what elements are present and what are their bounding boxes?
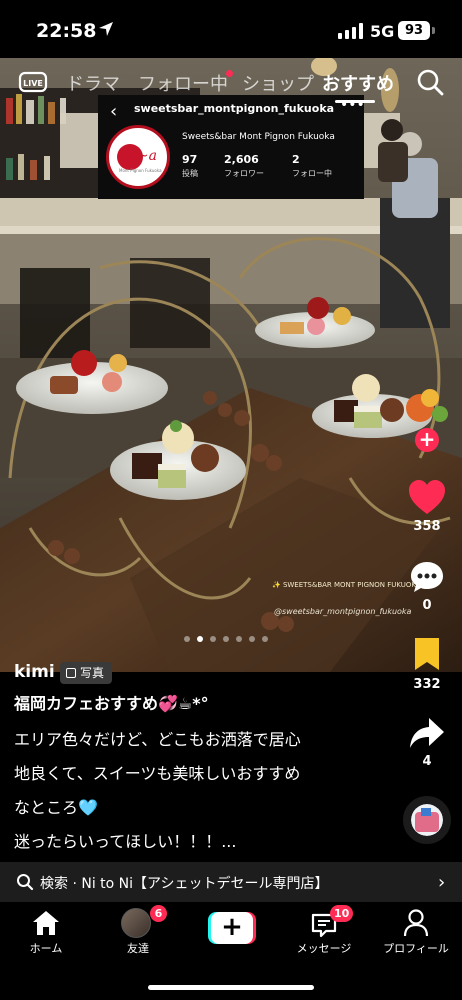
search-suggestion-text: 検索 · Ni to Ni【アシェットデセール専門店】 — [40, 876, 329, 892]
carousel-indicator — [184, 627, 275, 642]
follow-plus-button[interactable]: + — [415, 428, 439, 452]
bookmark-icon[interactable] — [413, 636, 441, 672]
music-cover-art — [411, 804, 443, 836]
location-arrow-icon — [99, 22, 113, 36]
cellular-signal-icon — [338, 23, 363, 39]
ig-stat-value: 2 — [292, 153, 300, 166]
photo-stack-icon — [66, 668, 76, 678]
search-icon[interactable] — [416, 68, 444, 96]
carousel-dot — [223, 636, 229, 642]
friend-avatar — [121, 908, 151, 938]
battery-tip-icon — [432, 27, 435, 34]
following-new-dot — [226, 70, 233, 77]
tab-shop[interactable]: ショップ — [242, 70, 314, 96]
tab-messages-label: メッセージ — [296, 942, 352, 955]
ig-stat-followers: 2,606 フォロワー — [224, 153, 264, 179]
messages-badge: 10 — [330, 905, 354, 922]
battery-level: 93 — [398, 21, 430, 40]
carousel-dot — [210, 636, 216, 642]
comment-bubble-icon[interactable] — [409, 559, 445, 595]
ig-stat-value: 97 — [182, 153, 198, 166]
shop-logo-avatar: c~a Mont Pignon Fukuoka — [106, 125, 170, 189]
photo-type-label: 写真 — [80, 666, 105, 680]
photo-watermark-handle: @sweetsbar_montpignon_fukuoka — [274, 607, 412, 616]
photo-type-badge: 写真 — [60, 662, 113, 684]
carousel-dot — [184, 636, 190, 642]
comment-count: 0 — [422, 598, 432, 613]
plus-icon: + — [211, 912, 253, 944]
photo-watermark-title: ✨ SWEETS&BAR MONT PIGNON FUKUOKA — [272, 581, 421, 589]
logo-subtext: Mont Pignon Fukuoka — [119, 168, 162, 173]
carousel-dot — [262, 636, 268, 642]
tab-for-you[interactable]: おすすめ — [322, 70, 394, 96]
carousel-dot — [236, 636, 242, 642]
home-icon — [33, 911, 59, 935]
friends-badge: 6 — [150, 905, 167, 922]
music-disc-button[interactable] — [403, 796, 451, 844]
tab-profile[interactable]: プロフィール — [370, 902, 462, 972]
share-count: 4 — [422, 754, 432, 769]
search-icon — [17, 874, 34, 891]
carousel-dot — [249, 636, 255, 642]
ig-stat-label: フォロー中 — [292, 169, 332, 178]
post-caption-line: なところ🩵 — [14, 798, 98, 817]
svg-text:LIVE: LIVE — [23, 79, 43, 88]
profile-person-icon — [403, 909, 429, 937]
post-caption-line: 地良くて、スイーツも美味しいおすすめ — [14, 764, 301, 783]
home-indicator — [148, 985, 314, 990]
logo-mark: c~a — [129, 148, 157, 164]
post-caption-line: エリア色々だけど、どこもお洒落で居心 — [14, 730, 301, 749]
like-heart-icon[interactable] — [407, 478, 447, 518]
instagram-profile-overlay: ‹ sweetsbar_montpignon_fukuoka ••• c~a M… — [98, 95, 365, 199]
tab-home-label: ホーム — [29, 942, 63, 955]
ig-stat-posts: 97 投稿 — [182, 153, 198, 179]
chevron-left-icon: ‹ — [110, 101, 118, 122]
chevron-right-icon: › — [438, 872, 446, 893]
tab-friends-label: 友達 — [127, 942, 149, 955]
ig-stat-label: 投稿 — [182, 169, 198, 178]
share-arrow-icon[interactable] — [409, 716, 445, 750]
post-title: 福岡カフェおすすめ💞☕*° — [14, 694, 209, 713]
tab-profile-label: プロフィール — [383, 942, 449, 955]
ig-full-name: Sweets&bar Mont Pignon Fukuoka — [182, 132, 335, 142]
live-icon[interactable]: LIVE — [18, 69, 48, 95]
tab-messages[interactable]: 10 メッセージ — [278, 902, 370, 972]
ig-stat-label: フォロワー — [224, 169, 264, 178]
create-post-button[interactable]: + — [208, 912, 256, 944]
post-caption-more[interactable]: 迷ったらいってほしい！！！... — [14, 828, 236, 852]
status-time: 22:58 — [36, 20, 97, 42]
tab-friends[interactable]: 6 友達 — [92, 902, 184, 972]
active-tab-indicator — [335, 100, 375, 103]
tab-following[interactable]: フォロー中 — [138, 70, 228, 96]
tab-home[interactable]: ホーム — [0, 902, 92, 972]
search-suggestion-bar[interactable]: 検索 · Ni to Ni【アシェットデセール専門店】 › — [0, 862, 462, 902]
ig-handle: sweetsbar_montpignon_fukuoka — [134, 102, 335, 115]
ig-stat-following: 2 フォロー中 — [292, 153, 332, 179]
network-type: 5G — [370, 22, 395, 41]
ig-stat-value: 2,606 — [224, 153, 259, 166]
save-count: 332 — [413, 677, 441, 692]
post-username[interactable]: kimi — [14, 662, 55, 682]
top-navigation: LIVE ドラマ フォロー中 ショップ おすすめ — [0, 66, 462, 103]
tab-drama[interactable]: ドラマ — [66, 70, 120, 96]
carousel-dot — [197, 636, 203, 642]
like-count: 358 — [413, 519, 441, 534]
status-bar: 22:58 5G 93 — [0, 0, 462, 58]
